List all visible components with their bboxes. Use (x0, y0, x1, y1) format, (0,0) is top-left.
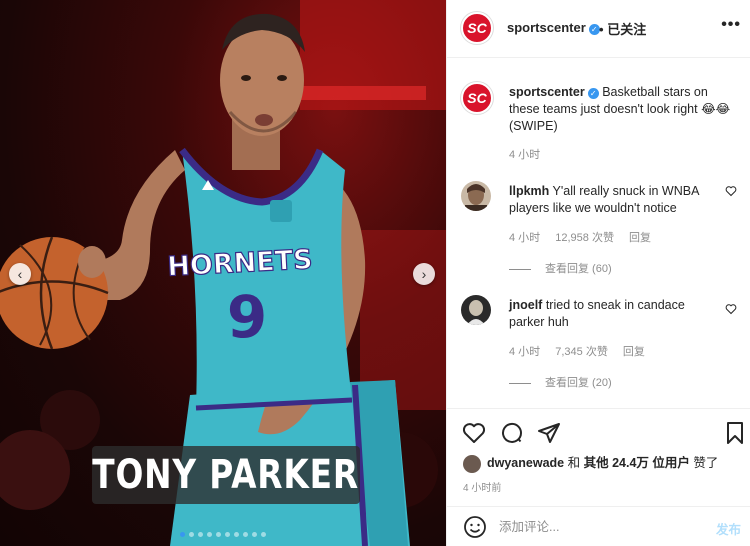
carousel-indicator (180, 532, 266, 537)
view-replies-label: 查看回复 (60) (545, 263, 612, 275)
post-media[interactable]: HORNETS 9 ‹ › TONY PARKER (0, 0, 446, 546)
carousel-dot (207, 532, 212, 537)
likes-and: 和 (567, 456, 581, 470)
comment-reply-button[interactable]: 回复 (623, 346, 645, 358)
comment-time: 4 小时 (509, 232, 541, 244)
comment-time: 4 小时 (509, 346, 541, 358)
post-sidebar: SC sportscenter ✓ • 已关注 ••• SC sportscent… (446, 0, 750, 546)
liker-username[interactable]: dwyanewade (487, 456, 564, 470)
emoji-icon[interactable] (463, 515, 487, 539)
carousel-next-button[interactable]: › (413, 263, 435, 285)
likes-suffix: 赞了 (693, 456, 719, 470)
carousel-dot (243, 532, 248, 537)
more-horizontal-icon[interactable]: ••• (721, 16, 741, 34)
likes-others-link[interactable]: 其他 24.4万 位用户 (584, 456, 690, 470)
comment-reply-button[interactable]: 回复 (629, 232, 651, 244)
bookmark-icon[interactable] (723, 421, 747, 445)
comment-input[interactable] (499, 515, 695, 539)
divider-line (509, 382, 531, 384)
carousel-dot (198, 532, 203, 537)
like-heart-icon[interactable] (462, 421, 486, 445)
carousel-prev-button[interactable]: ‹ (9, 263, 31, 285)
comment-likes[interactable]: 12,958 次赞 (555, 232, 614, 244)
carousel-dot (261, 532, 266, 537)
carousel-dot (234, 532, 239, 537)
caption-username[interactable]: sportscenter (509, 85, 585, 99)
comment-likes[interactable]: 7,345 次赞 (555, 346, 608, 358)
jersey-number-text: 9 (227, 283, 267, 351)
carousel-dot (216, 532, 221, 537)
header-separator: • (599, 22, 604, 37)
comment-composer: 发布 (447, 506, 750, 546)
name-overlay-text: TONY PARKER (92, 452, 360, 498)
account-avatar[interactable]: SC (461, 12, 493, 44)
verified-badge-icon: ✓ (587, 88, 599, 99)
name-overlay-box: TONY PARKER (92, 446, 360, 504)
caption-time[interactable]: 4 小时 (509, 146, 540, 162)
carousel-dot (180, 532, 185, 537)
share-paper-plane-icon[interactable] (537, 421, 561, 445)
header-username[interactable]: sportscenter (507, 20, 586, 35)
action-bar (447, 408, 750, 448)
caption-avatar[interactable]: SC (461, 82, 493, 114)
commenter-avatar[interactable] (461, 295, 491, 325)
chevron-left-icon: ‹ (17, 266, 23, 282)
divider-line (509, 268, 531, 270)
follow-status-button[interactable]: 已关注 (607, 22, 646, 37)
heart-icon[interactable] (725, 303, 737, 315)
carousel-dot (189, 532, 194, 537)
chevron-right-icon: › (421, 266, 427, 282)
sponsor-patch (270, 200, 292, 222)
comment-bubble-icon[interactable] (500, 421, 524, 445)
carousel-dot (252, 532, 257, 537)
view-replies-button[interactable]: 查看回复 (60) (509, 260, 612, 276)
comment-username[interactable]: jnoelf (509, 298, 542, 312)
post-header: SC sportscenter ✓ • 已关注 ••• (447, 0, 750, 58)
comment-username[interactable]: llpkmh (509, 184, 549, 198)
liker-avatar[interactable] (463, 454, 481, 473)
view-replies-button[interactable]: 查看回复 (20) (509, 374, 612, 390)
commenter-avatar[interactable] (461, 181, 491, 211)
carousel-dot (225, 532, 230, 537)
heart-icon[interactable] (725, 185, 737, 197)
view-replies-label: 查看回复 (20) (545, 377, 612, 389)
post-comment-button[interactable]: 发布 (716, 519, 741, 538)
post-timestamp[interactable]: 4 小时前 (463, 479, 501, 494)
likes-summary: dwyanewade 和 其他 24.4万 位用户 赞了 (463, 452, 718, 473)
